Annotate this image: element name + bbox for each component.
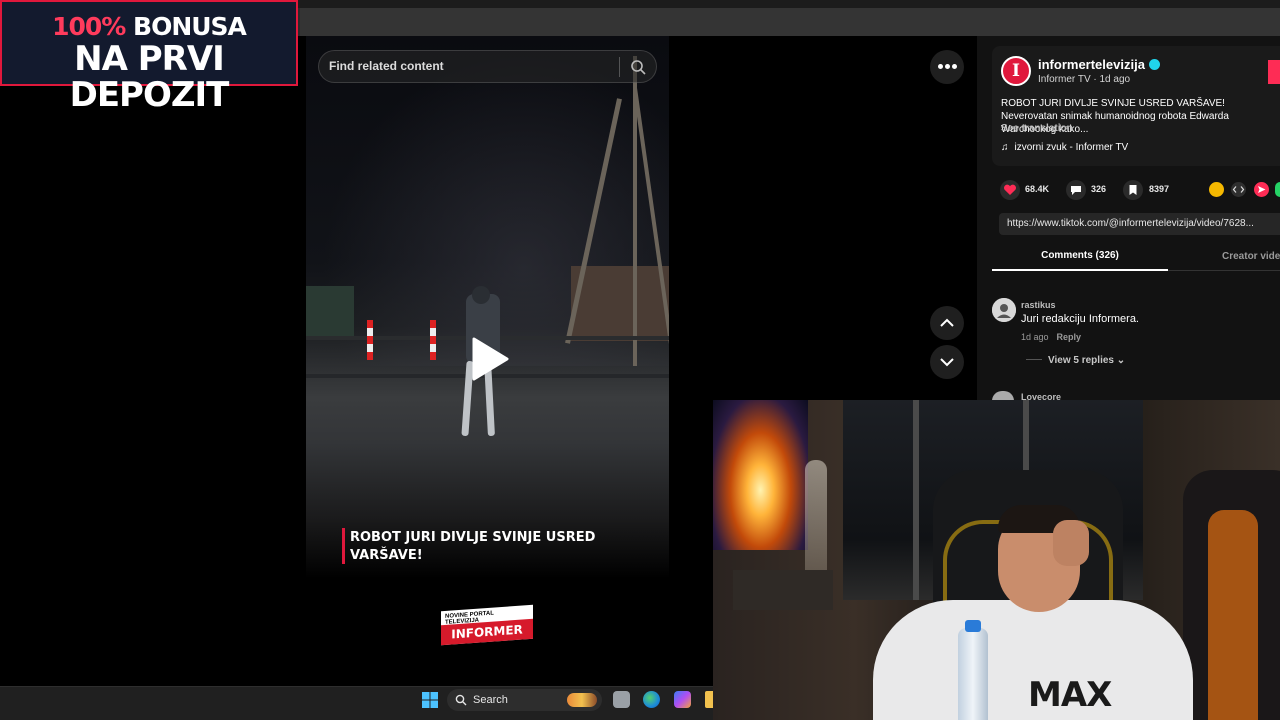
comment-count: 326 [1091, 184, 1107, 194]
video-caption: ROBOT JURI DIVLJE SVINJE USRED VARŠAVE! [342, 528, 642, 564]
taskbar-search[interactable]: Search [447, 689, 602, 711]
next-video-button[interactable] [930, 345, 964, 379]
view-replies-button[interactable]: View 5 replies ⌄ [1026, 355, 1125, 366]
video-barrier-post [430, 320, 436, 360]
previous-video-button[interactable] [930, 306, 964, 340]
comment-time: 1d ago [1021, 332, 1049, 342]
whatsapp-share-icon[interactable] [1275, 182, 1280, 197]
music-title: izvorni zvuk - Informer TV [1014, 142, 1129, 153]
windows-start-icon[interactable] [422, 692, 438, 708]
webcam-side-table [733, 570, 833, 610]
save-button[interactable] [1123, 180, 1143, 200]
webcam-window-frame [913, 400, 919, 600]
author-subline: Informer TV · 1d ago [1038, 74, 1131, 85]
left-black-area [0, 86, 306, 686]
comment-meta: 1d ago Reply [1021, 332, 1081, 342]
embed-code-icon[interactable] [1231, 182, 1246, 197]
file-explorer-icon[interactable] [705, 691, 713, 708]
webcam-feed: MAX [713, 400, 1280, 720]
dot-icon [945, 64, 950, 69]
video-caption-line-2: VARŠAVE! [350, 548, 423, 563]
taskbar-search-label: Search [473, 694, 508, 706]
follow-button[interactable] [1268, 60, 1280, 84]
save-count: 8397 [1149, 184, 1170, 194]
author-handle[interactable]: informertelevizija [1038, 57, 1160, 72]
video-container [306, 286, 354, 338]
webcam-water-bottle [958, 628, 988, 720]
promo-line-1: 100% BONUSA [2, 12, 296, 41]
windows-taskbar [0, 686, 713, 720]
like-count: 68.4K [1025, 184, 1050, 194]
tab-active-indicator [992, 269, 1168, 271]
find-related-search[interactable]: Find related content [318, 50, 657, 83]
tab-creator-videos[interactable]: Creator vide [1222, 251, 1280, 262]
author-avatar[interactable]: I [1001, 56, 1031, 86]
promo-line-2: NA PRVI DEPOZIT [69, 39, 230, 115]
verified-badge-icon [1148, 59, 1160, 70]
replies-dash [1026, 359, 1042, 360]
comment-button[interactable] [1066, 180, 1086, 200]
comment-text: Juri redakciju Informera. [1021, 313, 1139, 325]
copy-link-box[interactable]: https://www.tiktok.com/@informertelevizi… [999, 213, 1280, 235]
view-replies-label: View 5 replies [1048, 355, 1114, 366]
promo-banner: 100% BONUSA NA PRVI DEPOZIT [0, 0, 298, 113]
play-icon[interactable] [470, 336, 510, 382]
webcam-shirt-print: MAX [1028, 675, 1112, 715]
copilot-icon[interactable] [674, 691, 691, 708]
search-icon [455, 694, 467, 706]
chevron-down-icon: ⌄ [1116, 355, 1126, 366]
bookmark-icon [1129, 185, 1137, 195]
edge-browser-icon[interactable] [643, 691, 660, 708]
send-to-friends-icon[interactable] [1254, 182, 1269, 197]
comment-username[interactable]: rastikus [1021, 300, 1056, 310]
search-highlight-art-icon [567, 693, 597, 707]
browser-toolbar [300, 8, 1280, 36]
dot-icon [938, 64, 943, 69]
tab-comments[interactable]: Comments (326) [992, 250, 1168, 261]
dot-icon [952, 64, 957, 69]
user-avatar-icon [992, 298, 1016, 322]
chevron-down-icon [940, 358, 954, 367]
author-handle-text: informertelevizija [1038, 57, 1145, 72]
more-options-button[interactable] [930, 50, 964, 84]
comment-reply-button[interactable]: Reply [1057, 332, 1082, 342]
comment-icon [1071, 186, 1081, 195]
heart-icon [1004, 184, 1016, 195]
informer-logo: NOVINE PORTAL TELEVIZIJA INFORMER [441, 604, 533, 646]
like-button[interactable] [1000, 180, 1020, 200]
video-link-text: https://www.tiktok.com/@informertelevizi… [1007, 218, 1254, 229]
video-robot-head [472, 286, 490, 304]
webcam-chair-trim [1208, 510, 1258, 720]
video-building [571, 266, 669, 341]
webcam-floor-lamp [805, 460, 827, 580]
search-icon[interactable] [630, 59, 646, 75]
video-barrier-post [367, 320, 373, 360]
promo-percent: 100% [52, 12, 126, 41]
commenter-avatar[interactable] [992, 298, 1016, 322]
promo-bonus-text: BONUSA [125, 12, 247, 41]
share-coin-icon[interactable] [1209, 182, 1224, 197]
video-caption-line-1: ROBOT JURI DIVLJE SVINJE USRED [350, 530, 596, 545]
see-translation-link[interactable]: See translation [1001, 123, 1073, 134]
task-view-icon[interactable] [613, 691, 630, 708]
webcam-person-hand [1053, 520, 1089, 566]
music-note-icon: ♫ [1001, 142, 1009, 153]
chevron-up-icon [940, 318, 954, 327]
webcam-bottle-cap [965, 620, 981, 632]
music-link[interactable]: ♫ izvorni zvuk - Informer TV [1001, 142, 1128, 153]
find-related-placeholder: Find related content [329, 59, 444, 73]
search-separator [619, 57, 620, 77]
webcam-tv-fireplace [713, 400, 808, 550]
